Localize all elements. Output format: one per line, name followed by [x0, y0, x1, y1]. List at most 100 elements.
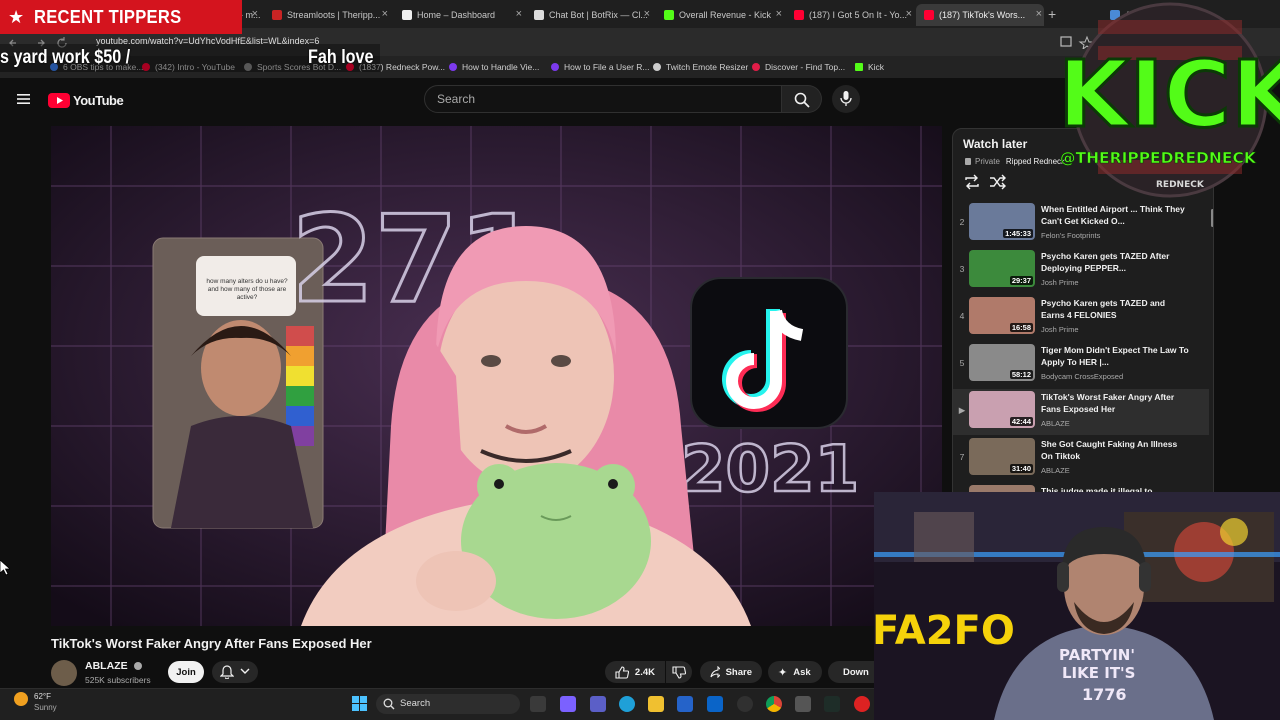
bookmark-item[interactable]: Kick — [855, 60, 884, 74]
app-icon[interactable] — [795, 696, 811, 712]
playlist-item[interactable]: 4 16:58 Psycho Karen gets TAZED and Earn… — [953, 295, 1209, 341]
search-icon — [383, 698, 395, 710]
youtube-play-icon — [48, 92, 70, 108]
weather-icon[interactable] — [14, 692, 28, 706]
tiktok-caption: how many alters do u have? and how many … — [206, 278, 288, 301]
video-title: TikTok's Worst Faker Angry After Fans Ex… — [51, 636, 372, 651]
taskbar-search-input[interactable]: Search — [376, 694, 520, 714]
playlist-item-index: 7 — [959, 452, 965, 462]
bookmark-item[interactable]: Discover - Find Top... — [752, 60, 845, 74]
browser-tab-active[interactable]: (187) TikTok's Wors... × — [916, 4, 1044, 26]
playlist-item[interactable]: 3 29:37 Psycho Karen gets TAZED After De… — [953, 248, 1209, 294]
playlist-item-channel: Bodycam CrossExposed — [1041, 372, 1124, 381]
playlist-item[interactable]: 2 1:45:33 When Entitled Airport ... Thin… — [953, 201, 1209, 247]
recent-tippers-banner: ★ RECENT TIPPERS — [0, 0, 242, 34]
kick-channel-logo: KICK @THERIPPEDREDNECK REDNECK — [1057, 0, 1280, 205]
youtube-logo[interactable]: YouTube — [48, 92, 124, 108]
like-button[interactable]: 2.4K — [605, 661, 665, 683]
tab-favicon-icon — [794, 10, 804, 20]
tab-label: (187) I Got 5 On It - Yo... — [809, 10, 908, 20]
video-player[interactable]: how many alters do u have? and how many … — [51, 126, 942, 626]
browser-tab[interactable]: Home – Dashboard × — [394, 4, 524, 26]
browser-tab[interactable]: Chat Bot | BotRix — Cl... × — [526, 4, 652, 26]
playlist-item-title: TikTok's Worst Faker Angry After Fans Ex… — [1041, 392, 1175, 414]
playlist-item-title: Psycho Karen gets TAZED After Deploying … — [1041, 251, 1170, 273]
bookmark-label: Discover - Find Top... — [765, 62, 846, 72]
close-icon[interactable]: × — [776, 8, 782, 20]
app-icon[interactable] — [854, 696, 870, 712]
ticker-text-left: s yard work $50 / — [0, 47, 131, 68]
playlist-item-current[interactable]: ▶ 42:44 TikTok's Worst Faker Angry After… — [953, 389, 1209, 435]
playlist-item-duration: 58:12 — [1009, 370, 1033, 379]
voice-search-button[interactable] — [832, 85, 860, 113]
browser-tab[interactable]: (187) I Got 5 On It - Yo... × — [786, 4, 914, 26]
playlist-item-channel: Josh Prime — [1041, 278, 1079, 287]
close-icon[interactable]: × — [1036, 8, 1042, 20]
playlist-item-thumbnail: 1:45:33 — [969, 203, 1035, 240]
new-tab-button[interactable]: + — [1048, 6, 1056, 22]
share-icon — [710, 666, 720, 678]
bookmark-item[interactable]: How to Handle Vie... — [449, 60, 539, 74]
file-explorer-icon[interactable] — [648, 696, 664, 712]
playlist-item-duration: 42:44 — [1009, 417, 1033, 426]
webcam-feed: FA2FO PARTYIN' LIKE IT'S 1776 — [874, 492, 1280, 720]
playlist-scrollbar[interactable] — [1211, 209, 1213, 227]
browser-tab[interactable]: Streamloots | Theripp... × — [262, 4, 390, 26]
bookmark-item[interactable]: Twitch Emote Resizer — [653, 60, 748, 74]
subscribed-notifications-button[interactable] — [212, 661, 258, 683]
close-icon[interactable]: × — [252, 8, 258, 20]
bookmark-icon — [653, 63, 661, 71]
channel-name[interactable]: ABLAZE — [85, 660, 142, 672]
weather-temperature[interactable]: 62°F — [34, 692, 51, 701]
bookmark-item[interactable]: How to File a User R... — [551, 60, 650, 74]
share-button[interactable]: Share — [700, 661, 762, 683]
ask-label: Ask — [793, 666, 811, 678]
windows-start-icon[interactable] — [352, 696, 368, 712]
bookmark-label: How to File a User R... — [564, 62, 650, 72]
outlook-icon[interactable] — [707, 696, 723, 712]
download-label: Down — [843, 666, 869, 678]
download-button[interactable]: Down — [828, 661, 874, 683]
bookmark-icon — [449, 63, 457, 71]
edge-icon[interactable] — [619, 696, 635, 712]
shuffle-icon[interactable] — [989, 174, 1007, 190]
browser-tab[interactable]: Overall Revenue - Kick × — [656, 4, 784, 26]
playlist-title: Watch later — [963, 137, 1028, 151]
tab-label: Chat Bot | BotRix — Cl... — [549, 10, 648, 20]
recent-tippers-title: RECENT TIPPERS — [34, 6, 182, 27]
terminal-icon[interactable] — [824, 696, 840, 712]
copilot-icon[interactable] — [560, 696, 576, 712]
bookmark-icon — [855, 63, 863, 71]
search-input[interactable]: Search — [424, 85, 782, 113]
close-icon[interactable]: × — [906, 8, 912, 20]
playlist-item-channel: Josh Prime — [1041, 325, 1079, 334]
obs-icon[interactable] — [737, 696, 753, 712]
share-label: Share — [725, 666, 752, 678]
playlist-privacy: Private — [975, 157, 1000, 166]
playlist-item[interactable]: 5 58:12 Tiger Mom Didn't Expect The Law … — [953, 342, 1209, 388]
playlist-item-index: 2 — [959, 217, 965, 227]
task-view-icon[interactable] — [530, 696, 546, 712]
playlist-item-title: Tiger Mom Didn't Expect The Law To Apply… — [1041, 345, 1189, 367]
ask-button[interactable]: ✦ Ask — [768, 661, 822, 683]
loop-icon[interactable] — [963, 174, 981, 190]
menu-icon[interactable] — [16, 92, 32, 106]
search-button[interactable] — [782, 85, 822, 113]
playlist-owner[interactable]: Ripped Redneck — [1006, 157, 1065, 166]
join-button[interactable]: Join — [168, 661, 204, 683]
close-icon[interactable]: × — [516, 8, 522, 20]
chevron-down-icon — [240, 668, 250, 674]
close-icon[interactable]: × — [644, 8, 650, 20]
tab-favicon-icon — [664, 10, 674, 20]
store-icon[interactable] — [677, 696, 693, 712]
playlist-item-index: 3 — [959, 264, 965, 274]
avatar[interactable] — [51, 660, 77, 686]
dislike-button[interactable] — [666, 661, 692, 683]
playlist-item-thumbnail: 58:12 — [969, 344, 1035, 381]
close-icon[interactable]: × — [382, 8, 388, 20]
channel-name-text: ABLAZE — [85, 660, 128, 672]
shirt-text: LIKE IT'S — [1062, 664, 1135, 682]
chrome-icon[interactable] — [766, 696, 782, 712]
playlist-item[interactable]: 7 31:40 She Got Caught Faking An Illness… — [953, 436, 1209, 482]
teams-icon[interactable] — [590, 696, 606, 712]
